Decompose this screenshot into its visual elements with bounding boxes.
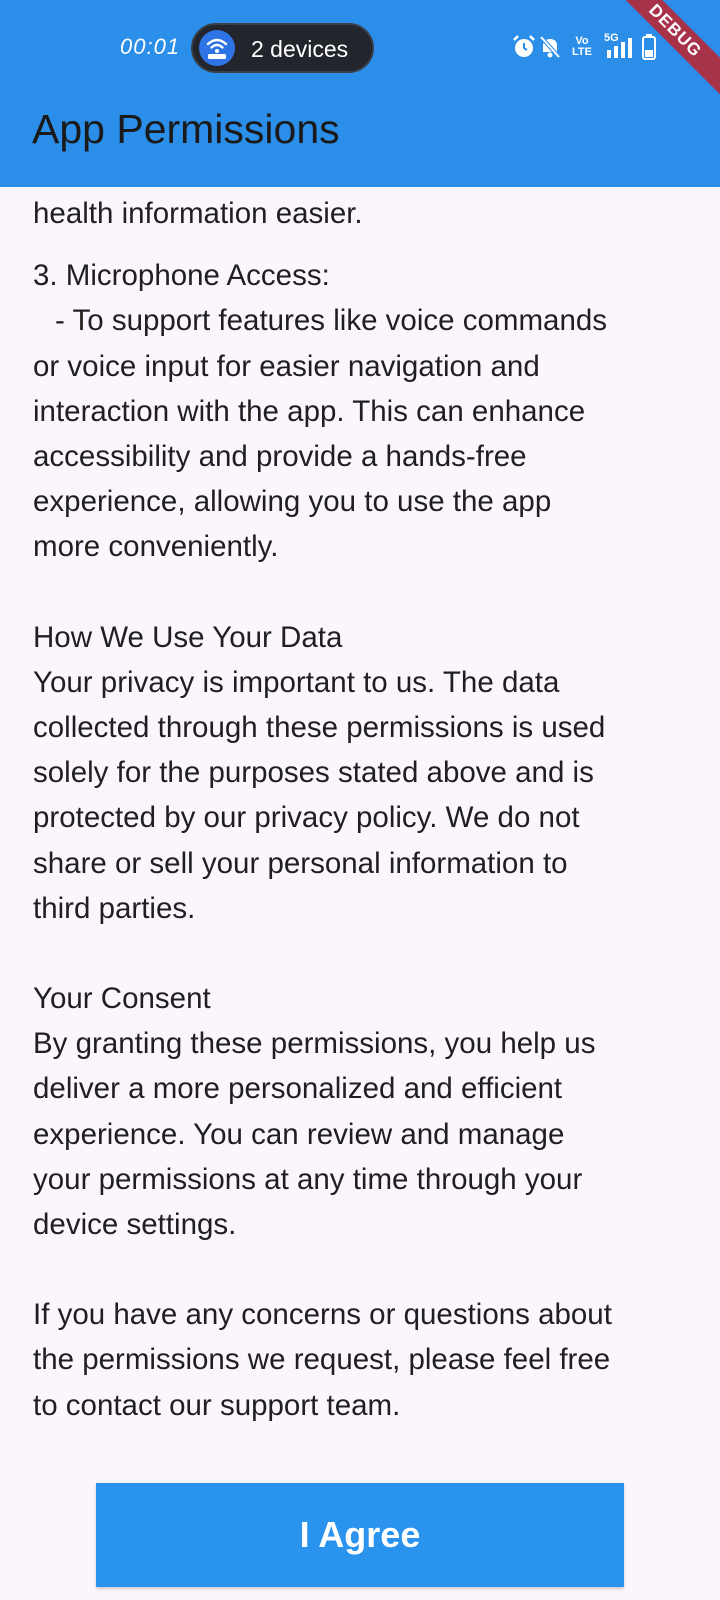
text-line: accessibility and provide a hands-free — [33, 440, 527, 474]
text-line: or voice input for easier navigation and — [33, 349, 540, 383]
text-line: By granting these permissions, you help … — [33, 1027, 596, 1061]
svg-text:5G: 5G — [604, 32, 619, 44]
text-line: solely for the purposes stated above and… — [33, 756, 594, 790]
text-line: the permissions we request, please feel … — [33, 1343, 611, 1377]
volte-icon: Vo LTE — [572, 35, 592, 58]
agree-button[interactable]: I Agree — [96, 1483, 624, 1587]
text-line: experience, allowing you to use the app — [33, 485, 552, 519]
connected-devices-chip[interactable]: 2 devices — [191, 23, 374, 73]
text-line: deliver a more personalized and efficien… — [33, 1072, 563, 1106]
text-line: interaction with the app. This can enhan… — [33, 394, 586, 428]
text-line: protected by our privacy policy. We do n… — [33, 801, 580, 835]
text-line: share or sell your personal information … — [33, 846, 568, 880]
mute-icon — [538, 34, 562, 65]
battery-icon — [642, 34, 656, 65]
status-time: 00:01 — [120, 34, 181, 59]
connected-devices-label: 2 devices — [251, 36, 349, 62]
text-line: more conveniently. — [33, 530, 279, 564]
text-line: device settings. — [33, 1208, 237, 1242]
app-screen: health information easier. 3. Microphone… — [0, 0, 720, 1600]
permissions-text: health information easier. 3. Microphone… — [33, 142, 693, 1428]
page-title: App Permissions — [32, 106, 340, 152]
text-line: health information easier. — [33, 197, 363, 230]
app-header: 00:01 2 devices Vo LTE 5G App Permission… — [0, 0, 720, 187]
data-usage-heading: How We Use Your Data — [33, 620, 343, 654]
text-line: collected through these permissions is u… — [33, 711, 606, 745]
alarm-icon — [512, 34, 536, 65]
5g-signal-icon: 5G — [604, 30, 640, 65]
text-line: Your privacy is important to us. The dat… — [33, 665, 560, 699]
text-line: If you have any concerns or questions ab… — [33, 1298, 612, 1332]
text-line: third parties. — [33, 891, 196, 925]
text-line: - To support features like voice command… — [55, 304, 608, 338]
text-line: your permissions at any time through you… — [33, 1162, 583, 1196]
consent-heading: Your Consent — [33, 982, 211, 1016]
text-line: to contact our support team. — [33, 1388, 401, 1422]
microphone-heading: 3. Microphone Access: — [33, 259, 330, 293]
hotspot-icon — [199, 30, 235, 66]
text-line: experience. You can review and manage — [33, 1117, 565, 1151]
status-bar: 00:01 2 devices Vo LTE 5G — [0, 0, 720, 90]
